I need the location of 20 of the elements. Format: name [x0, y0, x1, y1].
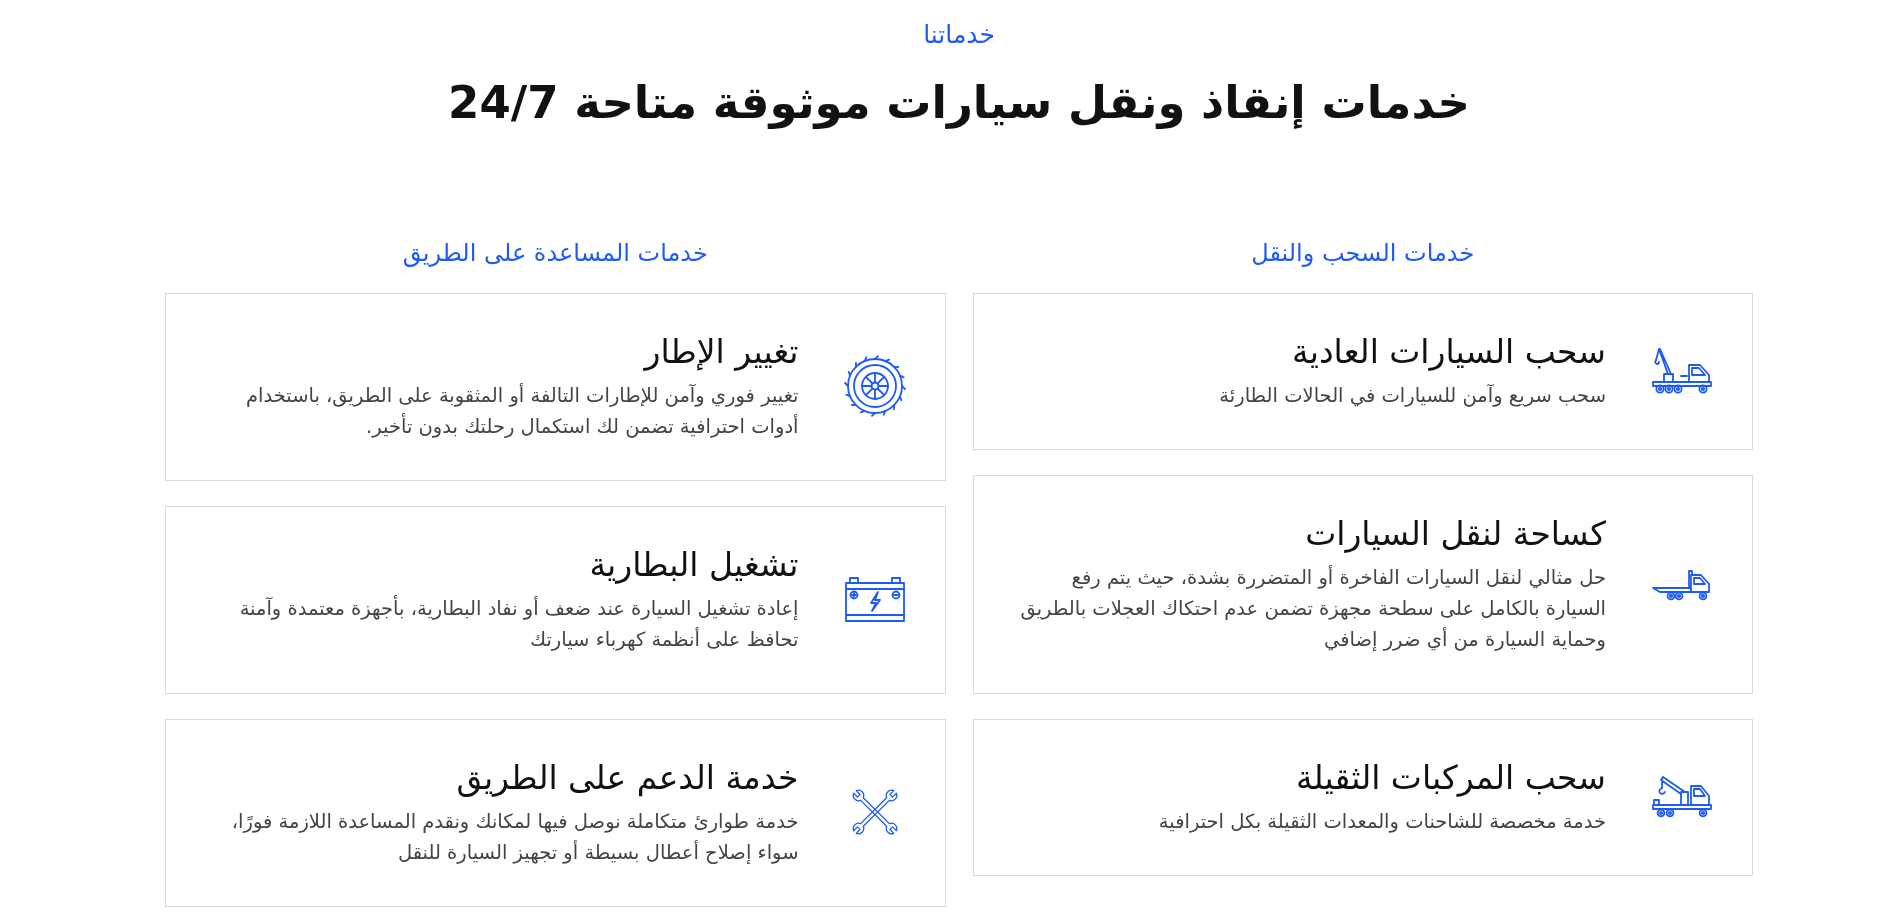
service-title: خدمة الدعم على الطريق	[455, 757, 799, 799]
tow-truck-icon	[1651, 345, 1713, 396]
service-title: كساحة لنقل السيارات	[1304, 513, 1606, 555]
service-title: سحب السيارات العادية	[1291, 331, 1606, 373]
service-description: تغيير فوري وآمن للإطارات التالفة أو المثقوبة على الطريق، باستخدام أدوات احترافية تضمن لك استكمال رحلتك بدون تأخير.	[244, 382, 799, 440]
service-description: خدمة طوارئ متكاملة نوصل فيها لمكانك ونقدم المساعدة اللازمة فورًا، سواء إصلاح أعطال بسيطة أو تجهيز السيارة للنقل	[230, 809, 799, 866]
section-eyebrow: خدماتنا	[922, 19, 996, 51]
service-description: إعادة تشغيل السيارة عند ضعف أو نفاد البطارية، بأجهزة معتمدة وآمنة تحافظ على أنظمة كهرباء سيارتك	[238, 594, 799, 653]
service-title: تغيير الإطار	[642, 331, 799, 373]
tire-icon	[843, 355, 906, 417]
battery-icon	[843, 575, 906, 623]
section-title: خدمات إنقاذ ونقل سيارات موثوقة متاحة 24/7	[447, 75, 1471, 131]
column-heading: خدمات المساعدة على الطريق	[401, 238, 709, 269]
service-description: حل مثالي لنقل السيارات الفاخرة أو المتضررة بشدة، حيث يتم رفع السيارة بالكامل على سطحة مجهزة تضمن عدم احتكاك العجلات بالطريق وحماية السيارة من أي ضرر إضافي	[1019, 564, 1606, 653]
service-description: خدمة مخصصة للشاحنات والمعدات الثقيلة بكل احترافية	[1157, 809, 1606, 835]
crane-truck-icon	[1651, 773, 1713, 820]
service-description: سحب سريع وآمن للسيارات في الحالات الطارئة	[1218, 383, 1606, 409]
service-title: تشغيل البطارية	[588, 544, 799, 586]
column-heading: خدمات السحب والنقل	[1250, 238, 1476, 269]
service-title: سحب المركبات الثقيلة	[1294, 757, 1606, 799]
